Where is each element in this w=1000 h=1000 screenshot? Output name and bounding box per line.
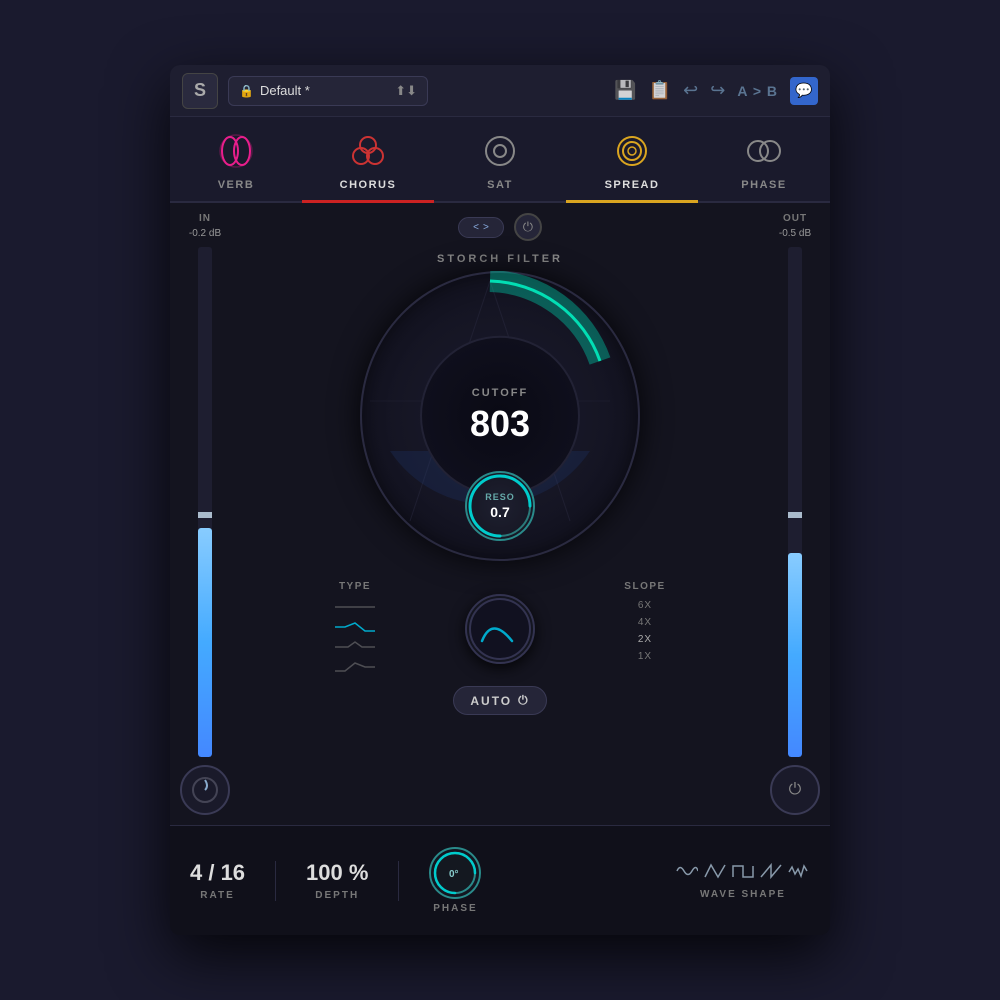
preset-dropdown[interactable]: 🔒 Default * ⬆⬇ (228, 76, 428, 106)
bottom-row: AUTO ⏻ (448, 681, 551, 720)
tab-spread[interactable]: SPREAD (566, 117, 698, 201)
lock-icon: 🔒 (239, 84, 254, 98)
wave-square-icon[interactable] (732, 862, 754, 885)
depth-label: DEPTH (315, 890, 359, 901)
type-label: TYPE (339, 581, 371, 592)
slope-section: SLOPE 6X 4X 2X 1X (540, 581, 750, 676)
filter-type-flat[interactable] (315, 598, 395, 616)
bottom-strip: 4 / 16 RATE 100 % DEPTH 0° PHASE (170, 825, 830, 935)
tab-phase[interactable]: PHASE (698, 117, 830, 201)
vu-meter-in: IN -0.2 dB (170, 203, 240, 825)
center-knob-area (460, 581, 540, 676)
wave-shape-area: WAVE SHAPE (676, 862, 810, 900)
wave-sine-icon[interactable] (676, 862, 698, 885)
wave-shape-label: WAVE SHAPE (700, 889, 786, 900)
wave-saw-icon[interactable] (760, 862, 782, 885)
in-knob[interactable] (180, 765, 230, 815)
vu-bar-in[interactable] (198, 247, 212, 757)
chat-icon[interactable]: 💬 (790, 77, 818, 105)
vu-fill-in (198, 528, 212, 758)
tabs-bar: VERB CHORUS SAT (170, 117, 830, 203)
vu-bar-out[interactable] (788, 247, 802, 757)
slope-1x[interactable]: 1X (632, 649, 658, 664)
reso-label: RESO (485, 492, 515, 502)
phase-icon (742, 129, 786, 173)
cutoff-value: 803 (470, 403, 530, 445)
in-db: -0.2 dB (189, 228, 221, 239)
divider-1 (275, 861, 276, 901)
phase-knob[interactable]: 0° (429, 847, 481, 899)
vu-handle-out[interactable] (788, 512, 802, 518)
reso-knob[interactable]: RESO 0.7 (465, 471, 535, 541)
vu-meter-out: OUT -0.5 dB ⏻ (760, 203, 830, 825)
tab-chorus[interactable]: CHORUS (302, 117, 434, 201)
tab-chorus-label: CHORUS (340, 179, 397, 191)
redo-icon[interactable]: ↪ (710, 80, 725, 101)
center-area: < > ⏻ STORCH FILTER (240, 203, 760, 825)
rate-value: 4 / 16 (190, 860, 245, 886)
spread-icon (610, 129, 654, 173)
tab-verb[interactable]: VERB (170, 117, 302, 201)
in-label: IN (199, 213, 211, 224)
mode-toggle[interactable]: < > (458, 217, 504, 238)
auto-power-icon: ⏻ (518, 693, 530, 708)
type-section: TYPE (250, 581, 460, 676)
wave-random-icon[interactable] (788, 862, 810, 885)
bottom-controls: TYPE (250, 581, 750, 681)
svg-text:0°: 0° (449, 869, 459, 880)
rate-param: 4 / 16 RATE (190, 860, 245, 901)
wave-icons (676, 862, 810, 885)
arrow-left-icon: < (473, 222, 479, 233)
wave-triangle-icon[interactable] (704, 862, 726, 885)
out-label: OUT (783, 213, 807, 224)
vu-handle-in[interactable] (198, 512, 212, 518)
tab-sat[interactable]: SAT (434, 117, 566, 201)
ab-button[interactable]: A > B (737, 83, 778, 99)
copy-icon[interactable]: 📋 (649, 80, 671, 101)
phase-label: PHASE (433, 903, 477, 914)
auto-button[interactable]: AUTO ⏻ (453, 686, 546, 715)
tab-verb-label: VERB (218, 179, 255, 191)
tab-spread-label: SPREAD (605, 179, 660, 191)
out-db: -0.5 dB (779, 228, 811, 239)
arrow-right-icon: > (483, 222, 489, 233)
slope-2x[interactable]: 2X (632, 632, 658, 647)
divider-2 (398, 861, 399, 901)
phase-knob-container: 0° PHASE (429, 847, 481, 914)
power-button[interactable]: ⏻ (514, 213, 542, 241)
slope-6x[interactable]: 6X (632, 598, 658, 613)
depth-param: 100 % DEPTH (306, 860, 368, 901)
auto-label: AUTO (470, 694, 512, 708)
filter-title: STORCH FILTER (437, 253, 563, 265)
filter-type-peak[interactable] (315, 638, 395, 656)
center-knob[interactable] (465, 594, 535, 664)
toolbar-icons: 💾 📋 ↩ ↪ A > B 💬 (614, 77, 818, 105)
vu-fill-out (788, 553, 802, 757)
main-content: IN -0.2 dB < > ⏻ (170, 203, 830, 825)
rate-label: RATE (200, 890, 234, 901)
depth-value: 100 % (306, 860, 368, 886)
tab-sat-label: SAT (487, 179, 513, 191)
sat-icon (478, 129, 522, 173)
verb-icon (214, 129, 258, 173)
right-power-button[interactable]: ⏻ (770, 765, 820, 815)
save-icon[interactable]: 💾 (614, 80, 636, 101)
dropdown-arrow: ⬆⬇ (395, 83, 417, 99)
mode-strip: < > ⏻ (458, 213, 542, 241)
logo-button[interactable]: S (182, 73, 218, 109)
top-bar: S 🔒 Default * ⬆⬇ 💾 📋 ↩ ↪ A > B 💬 (170, 65, 830, 117)
chorus-icon (346, 129, 390, 173)
undo-icon[interactable]: ↩ (683, 80, 698, 101)
filter-type-highpass[interactable] (315, 658, 395, 676)
filter-area: STORCH FILTER < > (350, 251, 650, 571)
tab-phase-label: PHASE (741, 179, 786, 191)
slope-label: SLOPE (624, 581, 665, 592)
filter-type-lowpass[interactable] (315, 618, 395, 636)
reso-value: 0.7 (490, 504, 509, 520)
cutoff-label: CUTOFF (472, 387, 528, 399)
preset-name: Default * (260, 83, 310, 98)
slope-4x[interactable]: 4X (632, 615, 658, 630)
